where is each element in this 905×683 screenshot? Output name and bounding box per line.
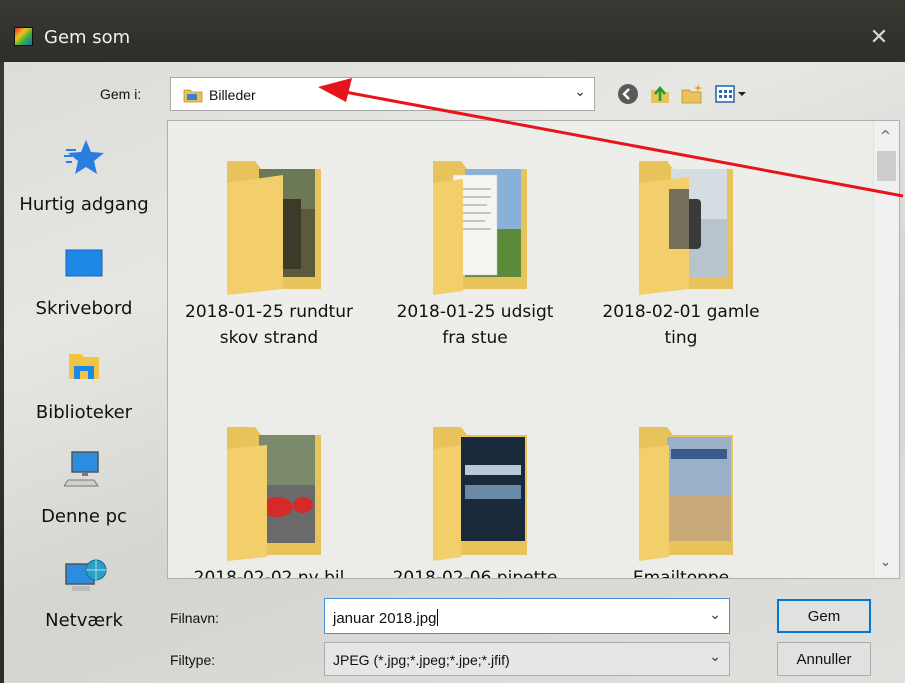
filename-value: januar 2018.jpg	[333, 609, 439, 627]
save-button[interactable]: Gem	[777, 599, 871, 633]
scroll-thumb[interactable]	[877, 151, 896, 181]
folder-item[interactable]: 2018-02-01 gamle ting	[586, 121, 776, 371]
folder-item[interactable]: 2018-01-25 rundtur skov strand	[174, 121, 364, 371]
folder-item[interactable]: Emailtoppe	[586, 387, 776, 579]
file-list[interactable]: 2018-01-25 rundtur skov strand 2018-01-25…	[167, 120, 900, 579]
folder-name: 2018-02-06 pipette	[392, 568, 558, 579]
vertical-scrollbar[interactable]: ^ ⌄	[873, 121, 899, 578]
view-menu-icon[interactable]	[714, 82, 748, 106]
close-icon: ✕	[869, 24, 889, 50]
scroll-down-icon[interactable]: ⌄	[880, 555, 891, 570]
save-in-label: Gem i:	[100, 86, 142, 102]
libraries-icon	[69, 354, 99, 379]
filename-label: Filnavn:	[170, 610, 220, 626]
cancel-button[interactable]: Annuller	[777, 642, 871, 676]
back-icon[interactable]	[616, 82, 640, 106]
folder-thumbnail-icon	[433, 427, 527, 561]
filename-input[interactable]: januar 2018.jpg ⌄	[324, 598, 730, 634]
folder-name: 2018-02-02 ny bil	[193, 568, 345, 579]
folder-thumbnail-icon	[227, 161, 321, 295]
scroll-up-icon[interactable]: ^	[880, 129, 891, 144]
folder-thumbnail-icon	[227, 427, 321, 561]
chevron-down-icon[interactable]: ⌄	[709, 607, 721, 623]
chevron-down-icon: ⌄	[574, 84, 586, 100]
folder-item[interactable]: 2018-01-25 udsigt fra stue	[380, 121, 570, 371]
network-icon	[65, 559, 107, 591]
save-as-dialog: Gem som ✕ Gem i: Billeder ⌄ Hurtig adgan…	[0, 0, 905, 683]
folder-item[interactable]: 2018-02-06 pipette	[380, 387, 570, 579]
folder-thumbnail-icon	[639, 427, 733, 561]
folder-name: 2018-01-25 udsigt fra stue	[396, 302, 554, 348]
app-icon	[14, 27, 33, 46]
folder-name: 2018-01-25 rundtur skov strand	[185, 302, 353, 348]
save-in-value: Billeder	[209, 87, 256, 103]
save-in-dropdown[interactable]: Billeder ⌄	[170, 77, 595, 111]
computer-icon	[64, 451, 99, 487]
place-label: Biblioteker	[35, 402, 133, 423]
window-title: Gem som	[44, 27, 131, 48]
up-folder-icon[interactable]	[648, 82, 672, 106]
folder-icon	[183, 89, 203, 103]
place-label: Skrivebord	[35, 298, 133, 319]
filetype-value: JPEG (*.jpg;*.jpeg;*.jpe;*.jfif)	[333, 652, 510, 668]
folder-name: 2018-02-01 gamle ting	[602, 302, 760, 348]
folder-item[interactable]: 2018-02-02 ny bil	[174, 387, 364, 579]
folder-thumbnail-icon	[433, 161, 527, 295]
star-icon	[64, 140, 104, 174]
title-bar[interactable]: Gem som ✕	[0, 0, 905, 62]
filetype-label: Filtype:	[170, 652, 216, 668]
folder-name: Emailtoppe	[632, 568, 730, 579]
chevron-down-icon: ⌄	[709, 649, 721, 665]
folder-thumbnail-icon	[639, 161, 733, 295]
dialog-body: Gem i: Billeder ⌄ Hurtig adgang Skrivebo…	[4, 62, 905, 683]
place-label: Hurtig adgang	[19, 194, 149, 215]
close-button[interactable]: ✕	[861, 20, 897, 54]
filetype-dropdown[interactable]: JPEG (*.jpg;*.jpeg;*.jpe;*.jfif) ⌄	[324, 642, 730, 676]
desktop-icon	[65, 249, 103, 277]
places-bar: Hurtig adgang Skrivebord Biblioteker Den…	[8, 120, 160, 680]
place-label: Denne pc	[41, 506, 127, 527]
new-folder-icon[interactable]	[680, 82, 704, 106]
place-label: Netværk	[45, 610, 123, 631]
